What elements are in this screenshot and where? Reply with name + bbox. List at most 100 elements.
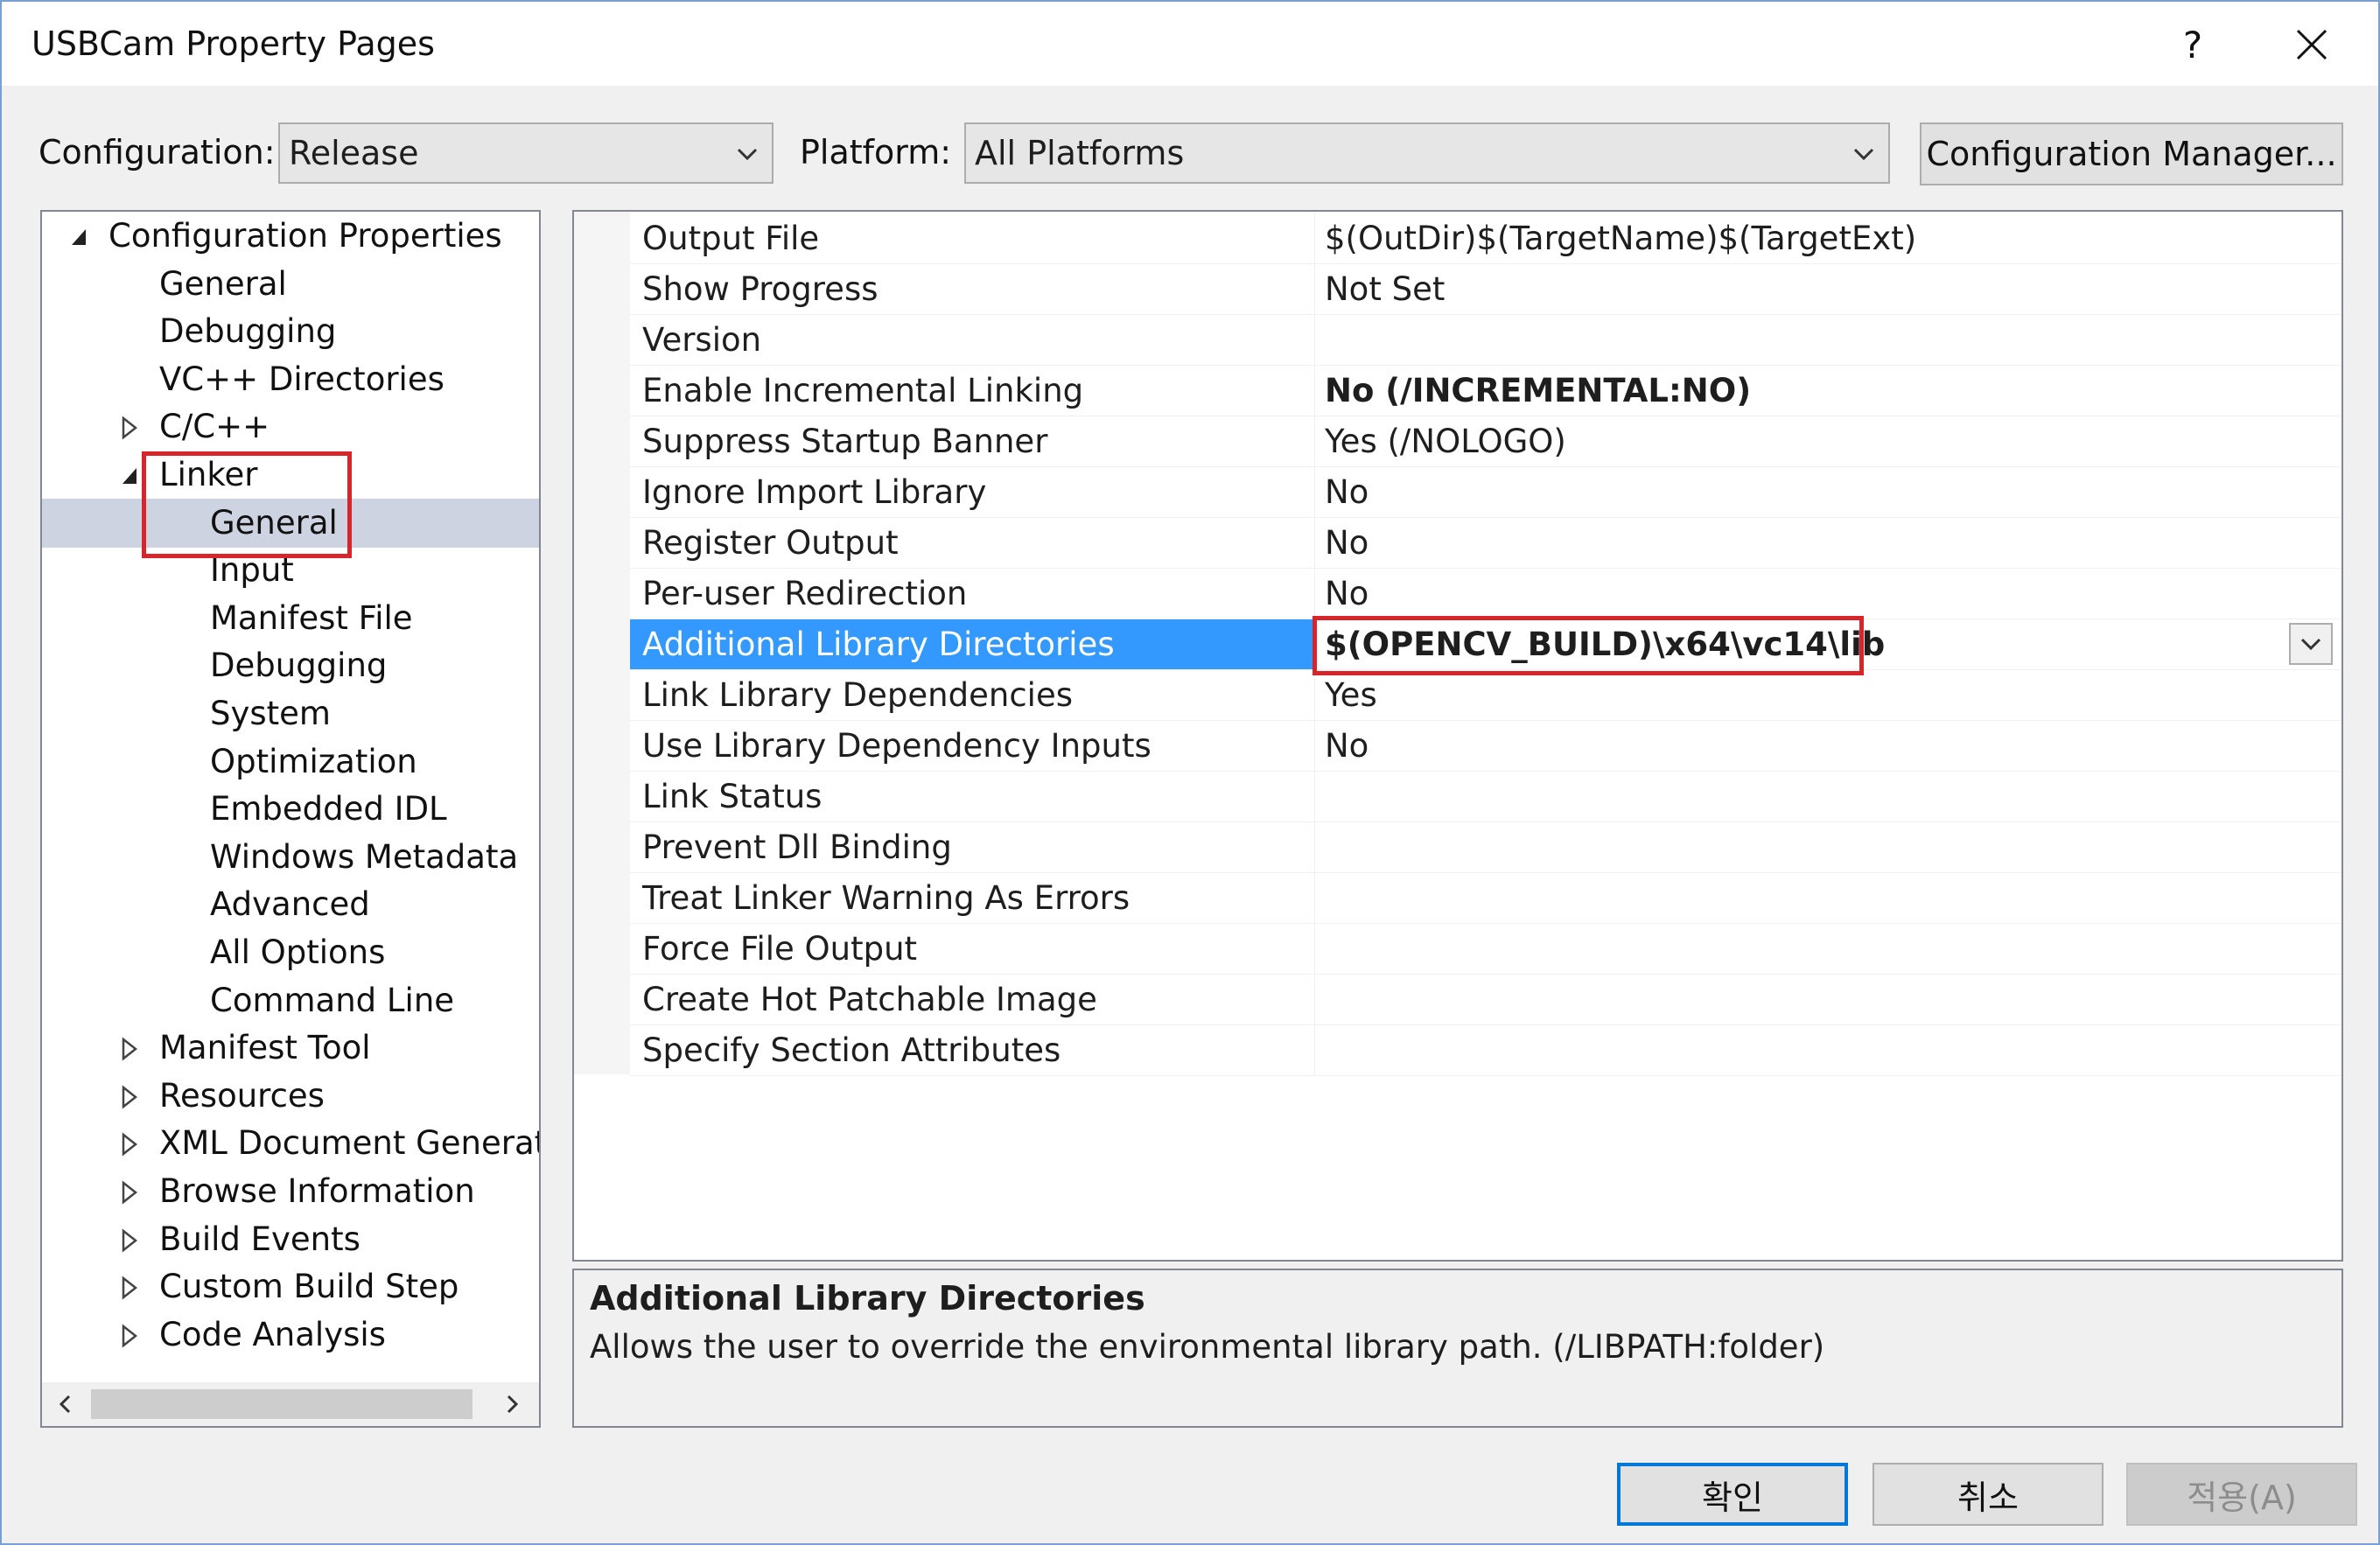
help-button[interactable]: ? <box>2158 14 2228 75</box>
platform-dropdown[interactable]: All Platforms <box>964 122 1890 184</box>
tree-item[interactable]: All Options <box>42 928 539 977</box>
tree-item-label: System <box>210 695 331 732</box>
property-row[interactable]: Enable Incremental Linking No (/INCREMENT… <box>630 366 2342 416</box>
scroll-left-arrow-icon[interactable] <box>51 1389 80 1419</box>
property-value: No (/INCREMENTAL:NO) <box>1325 372 1752 409</box>
property-row[interactable]: Additional Library Directories $(OPENCV_B… <box>630 619 2342 670</box>
collapsed-arrow-icon[interactable] <box>119 1082 140 1112</box>
tree-item[interactable]: Debugging <box>42 641 539 690</box>
cancel-button[interactable]: 취소 <box>1872 1463 2104 1526</box>
description-text: Allows the user to override the environm… <box>590 1328 1825 1366</box>
property-name: Prevent Dll Binding <box>642 828 952 866</box>
property-value: No <box>1325 727 1369 765</box>
property-grid[interactable]: Output File $(OutDir)$(TargetName)$(Targe… <box>572 210 2343 1262</box>
property-row[interactable]: Prevent Dll Binding <box>630 822 2342 873</box>
collapsed-arrow-icon[interactable] <box>119 1034 140 1064</box>
tree-item-label: General <box>210 503 338 542</box>
property-row[interactable]: Version <box>630 315 2342 366</box>
collapsed-arrow-icon[interactable] <box>119 1273 140 1303</box>
property-tree[interactable]: Configuration Properties General Debugging… <box>40 210 541 1428</box>
property-name: Link Status <box>642 778 822 815</box>
tree-horizontal-scrollbar[interactable] <box>42 1382 539 1426</box>
tree-item[interactable]: Manifest Tool <box>42 1024 539 1073</box>
property-name: Create Hot Patchable Image <box>642 981 1097 1018</box>
property-value: Not Set <box>1325 270 1446 308</box>
property-value: No <box>1325 575 1369 612</box>
tree-item-label: Advanced <box>210 885 370 924</box>
property-row[interactable]: Create Hot Patchable Image <box>630 975 2342 1025</box>
property-row[interactable]: Suppress Startup Banner Yes (/NOLOGO) <box>630 416 2342 467</box>
property-name: Register Output <box>642 524 899 562</box>
property-row[interactable]: Link Status <box>630 772 2342 822</box>
property-name: Additional Library Directories <box>642 626 1115 663</box>
collapsed-arrow-icon[interactable] <box>119 1129 140 1159</box>
tree-item[interactable]: C/C++ <box>42 402 539 451</box>
apply-button[interactable]: 적용(A) <box>2126 1463 2357 1526</box>
description-panel: Additional Library Directories Allows th… <box>572 1269 2343 1428</box>
tree-item-label: VC++ Directories <box>159 360 444 398</box>
tree-item[interactable]: Custom Build Step <box>42 1262 539 1311</box>
property-row[interactable]: Force File Output <box>630 924 2342 975</box>
tree-item[interactable]: Manifest File <box>42 594 539 643</box>
property-name: Version <box>642 321 762 359</box>
property-value[interactable]: $(OPENCV_BUILD)\x64\vc14\lib <box>1325 626 1885 663</box>
property-row[interactable]: Link Library Dependencies Yes <box>630 670 2342 721</box>
configuration-value: Release <box>289 134 419 172</box>
tree-item-label: Resources <box>159 1076 325 1115</box>
platform-value: All Platforms <box>975 134 1185 172</box>
property-row[interactable]: Treat Linker Warning As Errors <box>630 873 2342 924</box>
expanded-arrow-icon[interactable] <box>119 461 140 491</box>
property-pages-dialog: USBCam Property Pages ? Configuration: R… <box>0 0 2380 1545</box>
collapsed-arrow-icon[interactable] <box>119 1178 140 1207</box>
scrollbar-thumb[interactable] <box>91 1389 472 1419</box>
property-name: Link Library Dependencies <box>642 676 1073 714</box>
property-name: Specify Section Attributes <box>642 1031 1061 1069</box>
grid-gutter <box>574 212 630 1074</box>
collapsed-arrow-icon[interactable] <box>119 1226 140 1255</box>
tree-item[interactable]: Configuration Properties <box>42 212 539 261</box>
tree-item-label: Configuration Properties <box>108 217 502 255</box>
tree-item[interactable]: Build Events <box>42 1215 539 1264</box>
configuration-manager-button[interactable]: Configuration Manager... <box>1920 122 2343 185</box>
property-row[interactable]: Specify Section Attributes <box>630 1025 2342 1076</box>
tree-item[interactable]: VC++ Directories <box>42 355 539 404</box>
tree-item[interactable]: Code Analysis <box>42 1311 539 1360</box>
tree-item[interactable]: Linker <box>42 451 539 500</box>
tree-item-label: Optimization <box>210 742 417 780</box>
tree-item[interactable]: Resources <box>42 1072 539 1121</box>
property-row[interactable]: Use Library Dependency Inputs No <box>630 721 2342 772</box>
property-name: Suppress Startup Banner <box>642 423 1048 460</box>
property-value: Yes (/NOLOGO) <box>1325 423 1566 460</box>
tree-item[interactable]: Optimization <box>42 738 539 786</box>
property-row[interactable]: Show Progress Not Set <box>630 264 2342 315</box>
ok-button[interactable]: 확인 <box>1617 1463 1848 1526</box>
tree-item[interactable]: General <box>42 260 539 309</box>
tree-item[interactable]: System <box>42 689 539 738</box>
property-row[interactable]: Output File $(OutDir)$(TargetName)$(Targe… <box>630 213 2342 264</box>
tree-item[interactable]: Embedded IDL <box>42 785 539 834</box>
property-value: Yes <box>1325 676 1377 714</box>
property-row[interactable]: Ignore Import Library No <box>630 467 2342 518</box>
chevron-down-icon <box>1853 148 1874 161</box>
collapsed-arrow-icon[interactable] <box>119 413 140 443</box>
value-dropdown-button[interactable] <box>2289 623 2333 665</box>
property-row[interactable]: Register Output No <box>630 518 2342 569</box>
property-row[interactable]: Per-user Redirection No <box>630 569 2342 619</box>
tree-item[interactable]: Command Line <box>42 976 539 1025</box>
tree-item[interactable]: General <box>42 498 539 548</box>
tree-item[interactable]: Input <box>42 546 539 595</box>
tree-item-label: XML Document Generator <box>159 1124 541 1163</box>
close-icon <box>2296 29 2328 60</box>
collapsed-arrow-icon[interactable] <box>119 1321 140 1351</box>
tree-item[interactable]: Debugging <box>42 307 539 356</box>
configuration-dropdown[interactable]: Release <box>278 122 774 184</box>
close-button[interactable] <box>2277 14 2347 75</box>
title-bar: USBCam Property Pages ? <box>2 2 2378 86</box>
expanded-arrow-icon[interactable] <box>68 222 89 252</box>
tree-item[interactable]: Windows Metadata <box>42 833 539 882</box>
tree-item-label: Debugging <box>159 312 337 351</box>
tree-item[interactable]: Browse Information <box>42 1167 539 1216</box>
tree-item[interactable]: XML Document Generator <box>42 1119 539 1168</box>
scroll-right-arrow-icon[interactable] <box>497 1389 527 1419</box>
tree-item[interactable]: Advanced <box>42 880 539 929</box>
